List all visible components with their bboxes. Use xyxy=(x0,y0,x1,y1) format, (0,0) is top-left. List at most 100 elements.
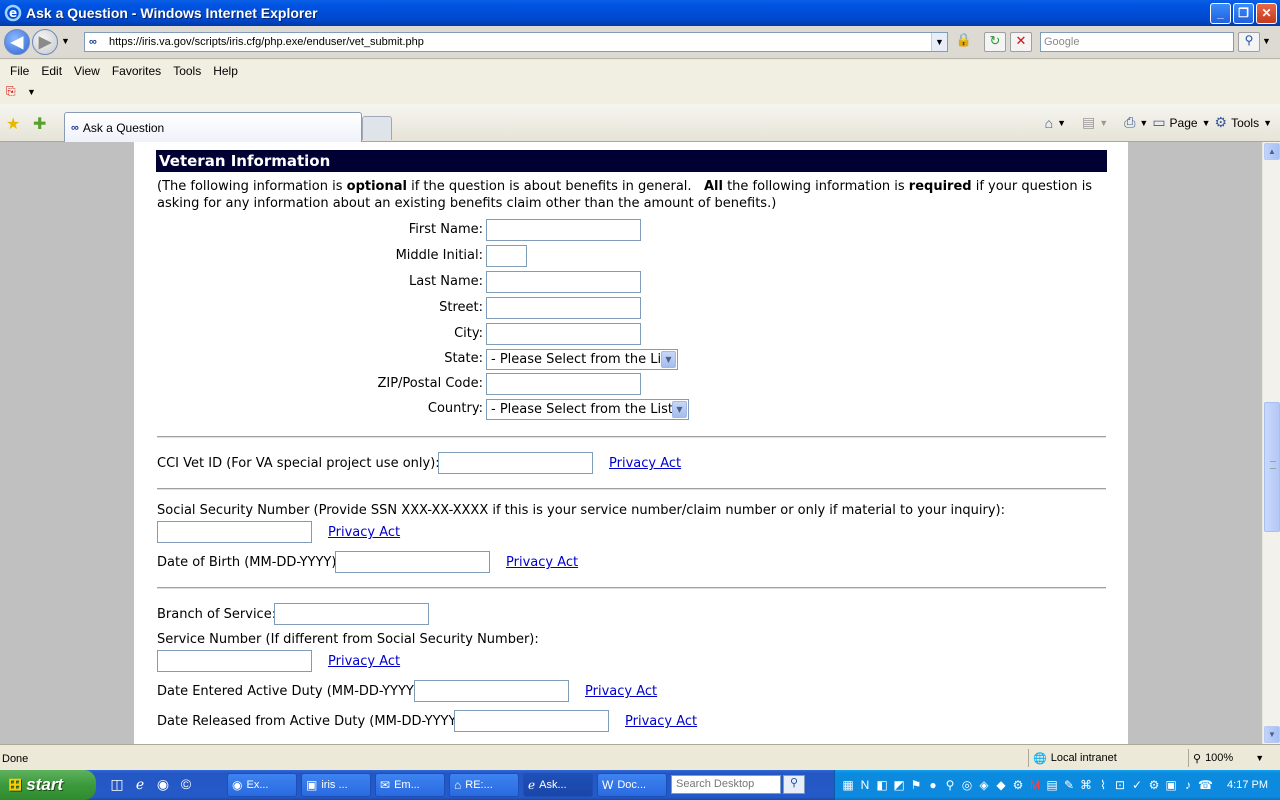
tray-icon[interactable]: M xyxy=(1028,778,1042,792)
tray-icon[interactable]: ⌘ xyxy=(1079,778,1093,792)
forward-button[interactable]: ▶ xyxy=(32,29,58,55)
feeds-icon[interactable]: ▤ xyxy=(1082,114,1095,131)
home-icon[interactable]: ⌂ xyxy=(1045,115,1053,131)
address-bar[interactable]: ∞ https://iris.va.gov/scripts/iris.cfg/p… xyxy=(84,32,948,52)
street-input[interactable] xyxy=(486,297,641,319)
scroll-up-icon[interactable]: ▲ xyxy=(1264,143,1280,160)
dob-input[interactable] xyxy=(335,551,490,573)
first-name-input[interactable] xyxy=(486,219,641,241)
zoom-control[interactable]: ⚲ 100% ▼ xyxy=(1188,749,1264,767)
favorites-center-icon[interactable]: ★ xyxy=(6,114,20,134)
taskbar-item[interactable]: ⌂ RE:... xyxy=(449,773,519,797)
restore-button[interactable]: ❐ xyxy=(1233,2,1254,24)
tools-dropdown-icon[interactable]: ▼ xyxy=(1263,118,1272,128)
menu-view[interactable]: View xyxy=(68,64,106,78)
address-dropdown-icon[interactable]: ▼ xyxy=(931,33,947,51)
scrollbar-thumb[interactable] xyxy=(1264,402,1280,532)
tray-icon[interactable]: ⚲ xyxy=(943,778,957,792)
tray-icon[interactable]: ◎ xyxy=(960,778,974,792)
address-url[interactable]: https://iris.va.gov/scripts/iris.cfg/php… xyxy=(109,36,931,48)
tray-icon[interactable]: ⚙ xyxy=(1011,778,1025,792)
page-menu-button[interactable]: Page xyxy=(1170,116,1198,130)
stop-button[interactable]: ✕ xyxy=(1010,32,1032,52)
tray-icon[interactable]: ● xyxy=(926,778,940,792)
quicklaunch-desktop-icon[interactable]: ◫ xyxy=(108,776,126,794)
print-dropdown-icon[interactable]: ▼ xyxy=(1139,118,1148,128)
privacy-act-link[interactable]: Privacy Act xyxy=(625,714,697,729)
zoom-dropdown-icon[interactable]: ▼ xyxy=(1255,753,1264,763)
vertical-scrollbar[interactable]: ▲ ▼ xyxy=(1262,142,1280,744)
add-to-favorites-icon[interactable]: ✚ xyxy=(33,114,46,134)
search-options-dropdown-icon[interactable]: ▼ xyxy=(1262,36,1271,46)
pdf-convert-icon[interactable]: ⎘ xyxy=(6,84,22,100)
privacy-act-link[interactable]: Privacy Act xyxy=(328,654,400,669)
privacy-act-link[interactable]: Privacy Act xyxy=(585,684,657,699)
tray-icon[interactable]: ⚑ xyxy=(909,778,923,792)
close-window-button[interactable]: ✕ xyxy=(1256,2,1277,24)
recent-pages-dropdown-icon[interactable]: ▼ xyxy=(61,36,70,46)
tray-icon[interactable]: ⚙ xyxy=(1147,778,1161,792)
last-name-input[interactable] xyxy=(486,271,641,293)
back-button[interactable]: ◀ xyxy=(4,29,30,55)
country-select[interactable]: - Please Select from the List ▼ xyxy=(486,399,689,420)
tray-icon[interactable]: ◧ xyxy=(875,778,889,792)
search-button[interactable]: ⚲ xyxy=(1238,32,1260,52)
tools-menu-button[interactable]: Tools xyxy=(1231,116,1259,130)
minimize-button[interactable]: _ xyxy=(1210,2,1231,24)
quicklaunch-app-icon[interactable]: © xyxy=(177,776,195,794)
branch-of-service-input[interactable] xyxy=(274,603,429,625)
scroll-down-icon[interactable]: ▼ xyxy=(1264,726,1280,743)
privacy-act-link[interactable]: Privacy Act xyxy=(609,456,681,471)
security-zone[interactable]: 🌐 Local intranet xyxy=(1028,749,1117,767)
quicklaunch-ie-icon[interactable]: ℯ xyxy=(131,776,149,794)
start-button[interactable]: ⊞ start xyxy=(0,770,96,800)
taskbar-item[interactable]: ▣ iris ... xyxy=(301,773,371,797)
taskbar-item-active[interactable]: ℯ Ask... xyxy=(523,773,593,797)
tray-icon[interactable]: ◆ xyxy=(994,778,1008,792)
tray-icon[interactable]: ✓ xyxy=(1130,778,1144,792)
taskbar-item[interactable]: ✉ Em... xyxy=(375,773,445,797)
chevron-down-icon[interactable]: ▼ xyxy=(672,401,687,418)
service-number-input[interactable] xyxy=(157,650,312,672)
chevron-down-icon[interactable]: ▼ xyxy=(661,351,676,368)
tab-ask-a-question[interactable]: ∞ Ask a Question xyxy=(64,112,362,142)
desktop-search-input[interactable]: Search Desktop xyxy=(671,775,781,794)
tray-icon[interactable]: ◩ xyxy=(892,778,906,792)
zip-input[interactable] xyxy=(486,373,641,395)
privacy-act-link[interactable]: Privacy Act xyxy=(506,555,578,570)
tray-icon[interactable]: ▦ xyxy=(841,778,855,792)
taskbar-item[interactable]: W Doc... xyxy=(597,773,667,797)
menu-file[interactable]: File xyxy=(4,64,35,78)
date-entered-input[interactable] xyxy=(414,680,569,702)
print-icon[interactable]: ⎙ xyxy=(1124,114,1135,131)
tray-icon[interactable]: N xyxy=(858,778,872,792)
new-tab-button[interactable] xyxy=(362,116,392,140)
lock-icon[interactable]: 🔒 xyxy=(952,32,976,52)
privacy-act-link[interactable]: Privacy Act xyxy=(328,525,400,540)
menu-tools[interactable]: Tools xyxy=(167,64,207,78)
home-dropdown-icon[interactable]: ▼ xyxy=(1057,118,1066,128)
page-dropdown-icon[interactable]: ▼ xyxy=(1202,118,1211,128)
search-input[interactable]: Google xyxy=(1040,32,1234,52)
network-icon[interactable]: ⊡ xyxy=(1113,778,1127,792)
menu-help[interactable]: Help xyxy=(207,64,244,78)
menu-favorites[interactable]: Favorites xyxy=(106,64,167,78)
menu-edit[interactable]: Edit xyxy=(35,64,68,78)
wireless-icon[interactable]: ⌇ xyxy=(1096,778,1110,792)
phone-icon[interactable]: ☎ xyxy=(1198,778,1213,792)
tray-icon[interactable]: ▣ xyxy=(1164,778,1178,792)
ssn-input[interactable] xyxy=(157,521,312,543)
city-input[interactable] xyxy=(486,323,641,345)
tray-icon[interactable]: ▤ xyxy=(1045,778,1059,792)
middle-initial-input[interactable] xyxy=(486,245,527,267)
pdf-dropdown-icon[interactable]: ▼ xyxy=(27,87,36,97)
taskbar-item[interactable]: ◉ Ex... xyxy=(227,773,297,797)
desktop-search-button[interactable]: ⚲ xyxy=(783,775,805,794)
feeds-dropdown-icon[interactable]: ▼ xyxy=(1099,118,1108,128)
quicklaunch-firefox-icon[interactable]: ◉ xyxy=(154,776,172,794)
cci-vet-id-input[interactable] xyxy=(438,452,593,474)
tray-icon[interactable]: ◈ xyxy=(977,778,991,792)
refresh-button[interactable]: ↻ xyxy=(984,32,1006,52)
date-released-input[interactable] xyxy=(454,710,609,732)
tray-icon[interactable]: ✎ xyxy=(1062,778,1076,792)
